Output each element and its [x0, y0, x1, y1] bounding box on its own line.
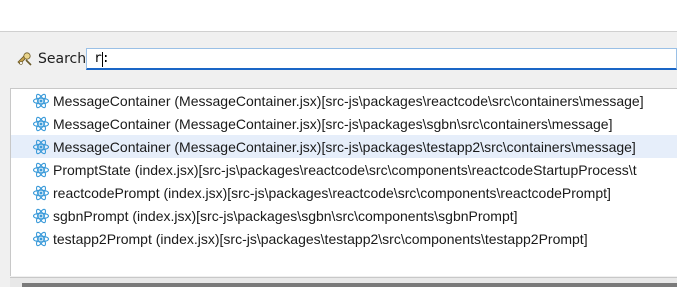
top-area: [0, 0, 677, 31]
search-label: Search: [38, 51, 87, 67]
result-item[interactable]: sgbnPrompt (index.jsx)[src-js\packages\s…: [11, 204, 677, 227]
result-item-label: PromptState (index.jsx)[src-js\packages\…: [53, 161, 637, 178]
results-list[interactable]: MessageContainer (MessageContainer.jsx)[…: [10, 88, 677, 276]
result-item-label: sgbnPrompt (index.jsx)[src-js\packages\s…: [53, 207, 518, 224]
horizontal-scrollbar-thumb[interactable]: [22, 283, 677, 287]
result-item[interactable]: MessageContainer (MessageContainer.jsx)[…: [11, 89, 677, 112]
result-item[interactable]: MessageContainer (MessageContainer.jsx)[…: [11, 112, 677, 135]
react-icon: [32, 92, 50, 110]
text-caret: [102, 52, 103, 67]
search-row: Search: [16, 46, 86, 72]
search-binoculars-icon: [16, 50, 34, 68]
result-item-label: MessageContainer (MessageContainer.jsx)[…: [53, 92, 644, 109]
result-item[interactable]: testapp2Prompt (index.jsx)[src-js\packag…: [11, 227, 677, 250]
result-item-label: testapp2Prompt (index.jsx)[src-js\packag…: [53, 230, 588, 247]
react-icon: [32, 138, 50, 156]
search-input[interactable]: r:: [86, 48, 677, 70]
react-icon: [32, 115, 50, 133]
result-item[interactable]: PromptState (index.jsx)[src-js\packages\…: [11, 158, 677, 181]
react-icon: [32, 207, 50, 225]
result-item[interactable]: MessageContainer (MessageContainer.jsx)[…: [11, 135, 677, 158]
result-item-label: MessageContainer (MessageContainer.jsx)[…: [53, 115, 613, 132]
react-icon: [32, 184, 50, 202]
result-item-label: reactcodePrompt (index.jsx)[src-js\packa…: [53, 184, 611, 201]
result-item-label: MessageContainer (MessageContainer.jsx)[…: [53, 138, 636, 155]
react-icon: [32, 161, 50, 179]
react-icon: [32, 230, 50, 248]
result-item[interactable]: reactcodePrompt (index.jsx)[src-js\packa…: [11, 181, 677, 204]
